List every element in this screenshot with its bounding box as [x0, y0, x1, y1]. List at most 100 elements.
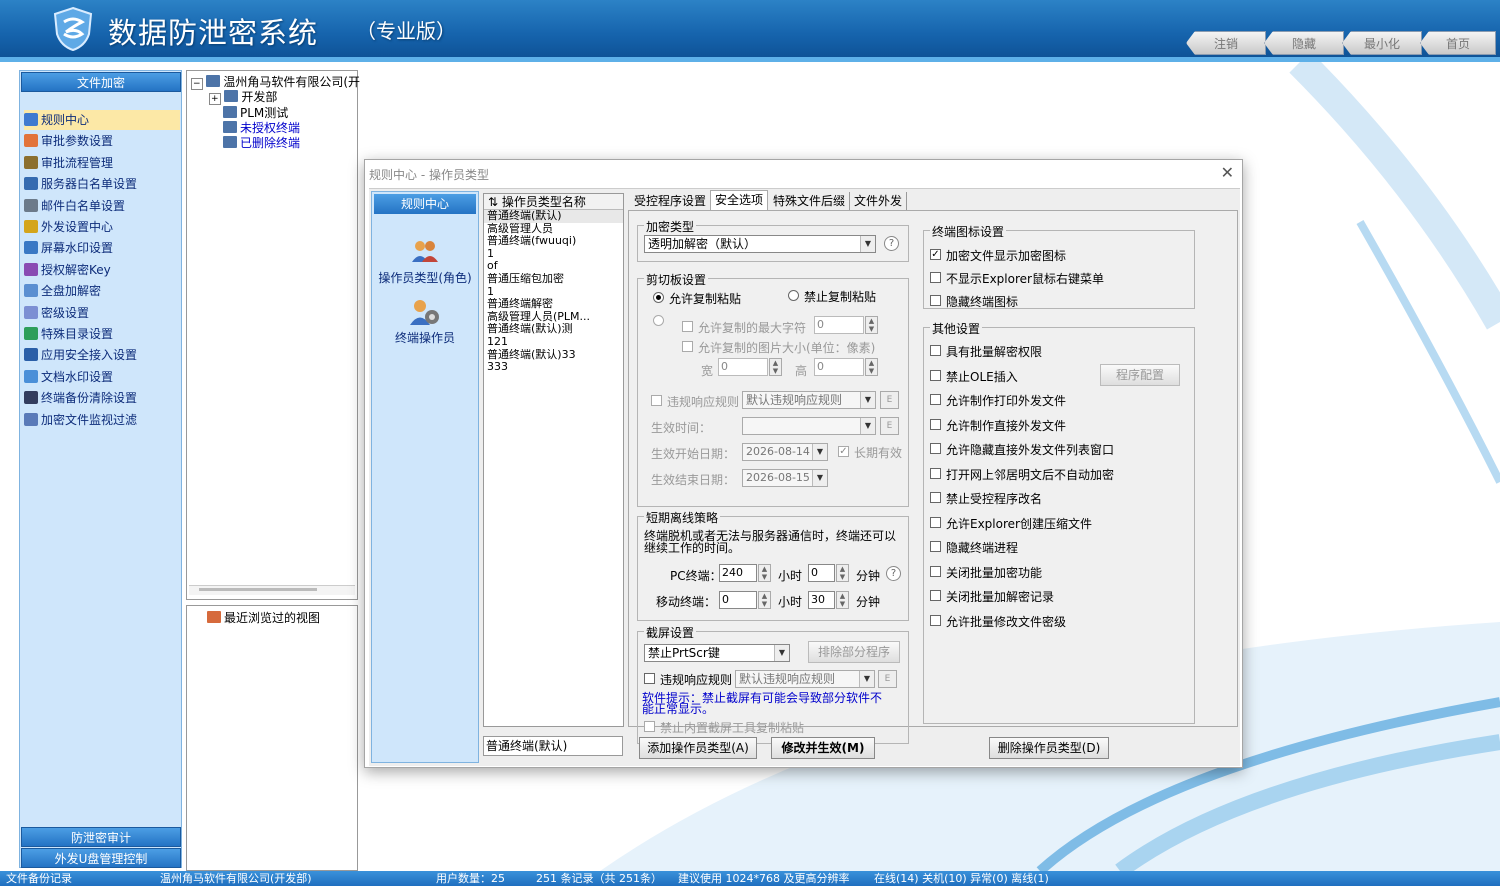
type-list-item[interactable]: 1	[484, 248, 623, 261]
sidebar-item-8[interactable]: 全盘加解密	[24, 281, 101, 301]
type-list-item[interactable]: of	[484, 260, 623, 273]
sidebar-item-6[interactable]: 屏幕水印设置	[24, 238, 113, 258]
setting-checkbox[interactable]	[930, 418, 941, 430]
image-size-checkbox[interactable]	[682, 341, 693, 352]
start-date-picker[interactable]: 2026-08-14 ▼	[742, 443, 828, 461]
tab-security-options[interactable]: 安全选项	[710, 190, 769, 211]
clip-violation-checkbox[interactable]	[651, 395, 662, 406]
spin-icon[interactable]: ▲ ▼	[758, 564, 771, 582]
encrypt-type-select[interactable]: 透明加解密（默认） ▼	[644, 235, 876, 253]
forbid-builtin-checkbox[interactable]	[644, 721, 655, 732]
max-chars-input[interactable]: 0	[814, 316, 864, 334]
sidebar-item-9[interactable]: 密级设置	[24, 303, 89, 323]
effective-time-select[interactable]: ▼	[742, 417, 876, 435]
spin-icon[interactable]: ▲ ▼	[758, 591, 771, 609]
long-term-checkbox[interactable]: ✓	[838, 446, 849, 457]
pc-minutes-input[interactable]: 0	[808, 564, 835, 582]
type-list-item[interactable]: 普通压缩包加密	[484, 273, 623, 286]
home-button[interactable]: 首页	[1420, 31, 1496, 55]
sidebar-item-3[interactable]: 服务器白名单设置	[24, 174, 137, 194]
sidebar-item-2[interactable]: 审批流程管理	[24, 153, 113, 173]
screenshot-select[interactable]: 禁止PrtScr键 ▼	[644, 644, 790, 662]
tree-scrollbar[interactable]	[189, 585, 355, 595]
sidebar-item-10[interactable]: 特殊目录设置	[24, 324, 113, 344]
setting-checkbox[interactable]: ✓	[930, 249, 941, 260]
type-list-item[interactable]: 1	[484, 286, 623, 299]
sidebar-item-5[interactable]: 外发设置中心	[24, 217, 113, 237]
setting-checkbox[interactable]	[930, 516, 941, 528]
tree-node-deleted[interactable]: 已删除终端	[223, 134, 300, 151]
sidebar-item-7[interactable]: 授权解密Key	[24, 260, 111, 280]
type-list-item[interactable]: 普通终端(默认)	[484, 210, 623, 223]
sidebar-item-14[interactable]: 加密文件监视过滤	[24, 410, 137, 430]
type-list-item[interactable]: 高级管理人员(PLM...	[484, 311, 623, 324]
type-list-item[interactable]: 普通终端(fwuuqi)	[484, 235, 623, 248]
image-height-input[interactable]: 0	[814, 358, 864, 376]
edit-rule-button[interactable]: E	[878, 670, 897, 688]
nav-terminal-operator[interactable]: 终端操作员	[372, 298, 478, 346]
setting-checkbox[interactable]	[930, 345, 941, 356]
nav-operator-type[interactable]: 操作员类型(角色)	[372, 238, 478, 286]
tab-special-suffix[interactable]: 特殊文件后缀	[769, 192, 851, 211]
tree-node-dept[interactable]: + 开发部	[209, 88, 277, 105]
setting-checkbox[interactable]	[930, 443, 941, 454]
setting-checkbox[interactable]	[930, 272, 941, 283]
forbid-copy-radio[interactable]	[788, 290, 799, 301]
column-header-type-name[interactable]: ⇅ 操作员类型名称	[484, 194, 623, 210]
setting-checkbox[interactable]	[930, 467, 941, 479]
sidebar-header-audit[interactable]: 防泄密审计	[21, 827, 181, 847]
setting-checkbox[interactable]	[930, 614, 941, 626]
max-chars-checkbox[interactable]	[682, 321, 693, 332]
close-icon[interactable]: ✕	[1221, 163, 1234, 182]
edit-rule-button[interactable]: E	[880, 391, 899, 409]
add-type-button[interactable]: 添加操作员类型(A)	[639, 737, 757, 759]
setting-checkbox[interactable]	[930, 295, 941, 306]
spin-icon[interactable]: ▲ ▼	[865, 358, 878, 376]
exclude-programs-button[interactable]: 排除部分程序	[808, 641, 900, 663]
delete-type-button[interactable]: 删除操作员类型(D)	[989, 737, 1109, 759]
sidebar-item-12[interactable]: 文档水印设置	[24, 367, 113, 387]
help-icon[interactable]: ?	[886, 566, 901, 581]
allow-copy-radio[interactable]	[653, 292, 664, 303]
sidebar-header-file-encrypt[interactable]: 文件加密	[21, 72, 181, 92]
spin-icon[interactable]: ▲ ▼	[865, 316, 878, 334]
spin-icon[interactable]: ▲ ▼	[769, 358, 782, 376]
recent-view-item[interactable]: 最近浏览过的视图	[207, 609, 320, 626]
type-list-item[interactable]: 333	[484, 361, 623, 374]
type-name-input[interactable]: 普通终端(默认)	[483, 736, 623, 756]
screen-violation-select[interactable]: 默认违规响应规则 ▼	[735, 670, 875, 688]
help-icon[interactable]: ?	[884, 236, 899, 251]
screen-violation-checkbox[interactable]	[644, 673, 655, 684]
setting-checkbox[interactable]	[930, 369, 941, 381]
type-list-item[interactable]: 121	[484, 336, 623, 349]
setting-checkbox[interactable]	[930, 541, 941, 552]
end-date-picker[interactable]: 2026-08-15 ▼	[742, 469, 828, 487]
setting-checkbox[interactable]	[930, 492, 941, 503]
hide-button[interactable]: 隐藏	[1264, 31, 1344, 55]
save-apply-button[interactable]: 修改并生效(M)	[771, 737, 875, 759]
spin-icon[interactable]: ▲ ▼	[836, 591, 849, 609]
sidebar-item-4[interactable]: 邮件白名单设置	[24, 196, 125, 216]
pc-hours-input[interactable]: 240	[719, 564, 757, 582]
setting-checkbox[interactable]	[930, 565, 941, 577]
sidebar-header-usb[interactable]: 外发U盘管理控制	[21, 848, 181, 868]
program-config-button[interactable]: 程序配置	[1100, 364, 1180, 386]
clip-violation-select[interactable]: 默认违规响应规则 ▼	[742, 391, 876, 409]
sidebar-item-0[interactable]: 规则中心	[24, 110, 180, 130]
logout-button[interactable]: 注销	[1186, 31, 1266, 55]
sidebar-item-11[interactable]: 应用安全接入设置	[24, 345, 137, 365]
setting-checkbox[interactable]	[930, 394, 941, 405]
setting-checkbox[interactable]	[930, 590, 941, 601]
sidebar-item-13[interactable]: 终端备份清除设置	[24, 388, 137, 408]
type-list-item[interactable]: 普通终端解密	[484, 298, 623, 311]
spin-icon[interactable]: ▲ ▼	[836, 564, 849, 582]
mobile-hours-input[interactable]: 0	[719, 591, 757, 609]
minimize-button[interactable]: 最小化	[1342, 31, 1422, 55]
sidebar-item-1[interactable]: 审批参数设置	[24, 131, 113, 151]
mobile-minutes-input[interactable]: 30	[808, 591, 835, 609]
type-list-item[interactable]: 高级管理人员	[484, 223, 623, 236]
type-list-item[interactable]: 普通终端(默认)33	[484, 349, 623, 362]
tab-file-outgoing[interactable]: 文件外发	[850, 192, 908, 211]
tab-controlled-programs[interactable]: 受控程序设置	[630, 192, 712, 211]
image-width-input[interactable]: 0	[718, 358, 768, 376]
